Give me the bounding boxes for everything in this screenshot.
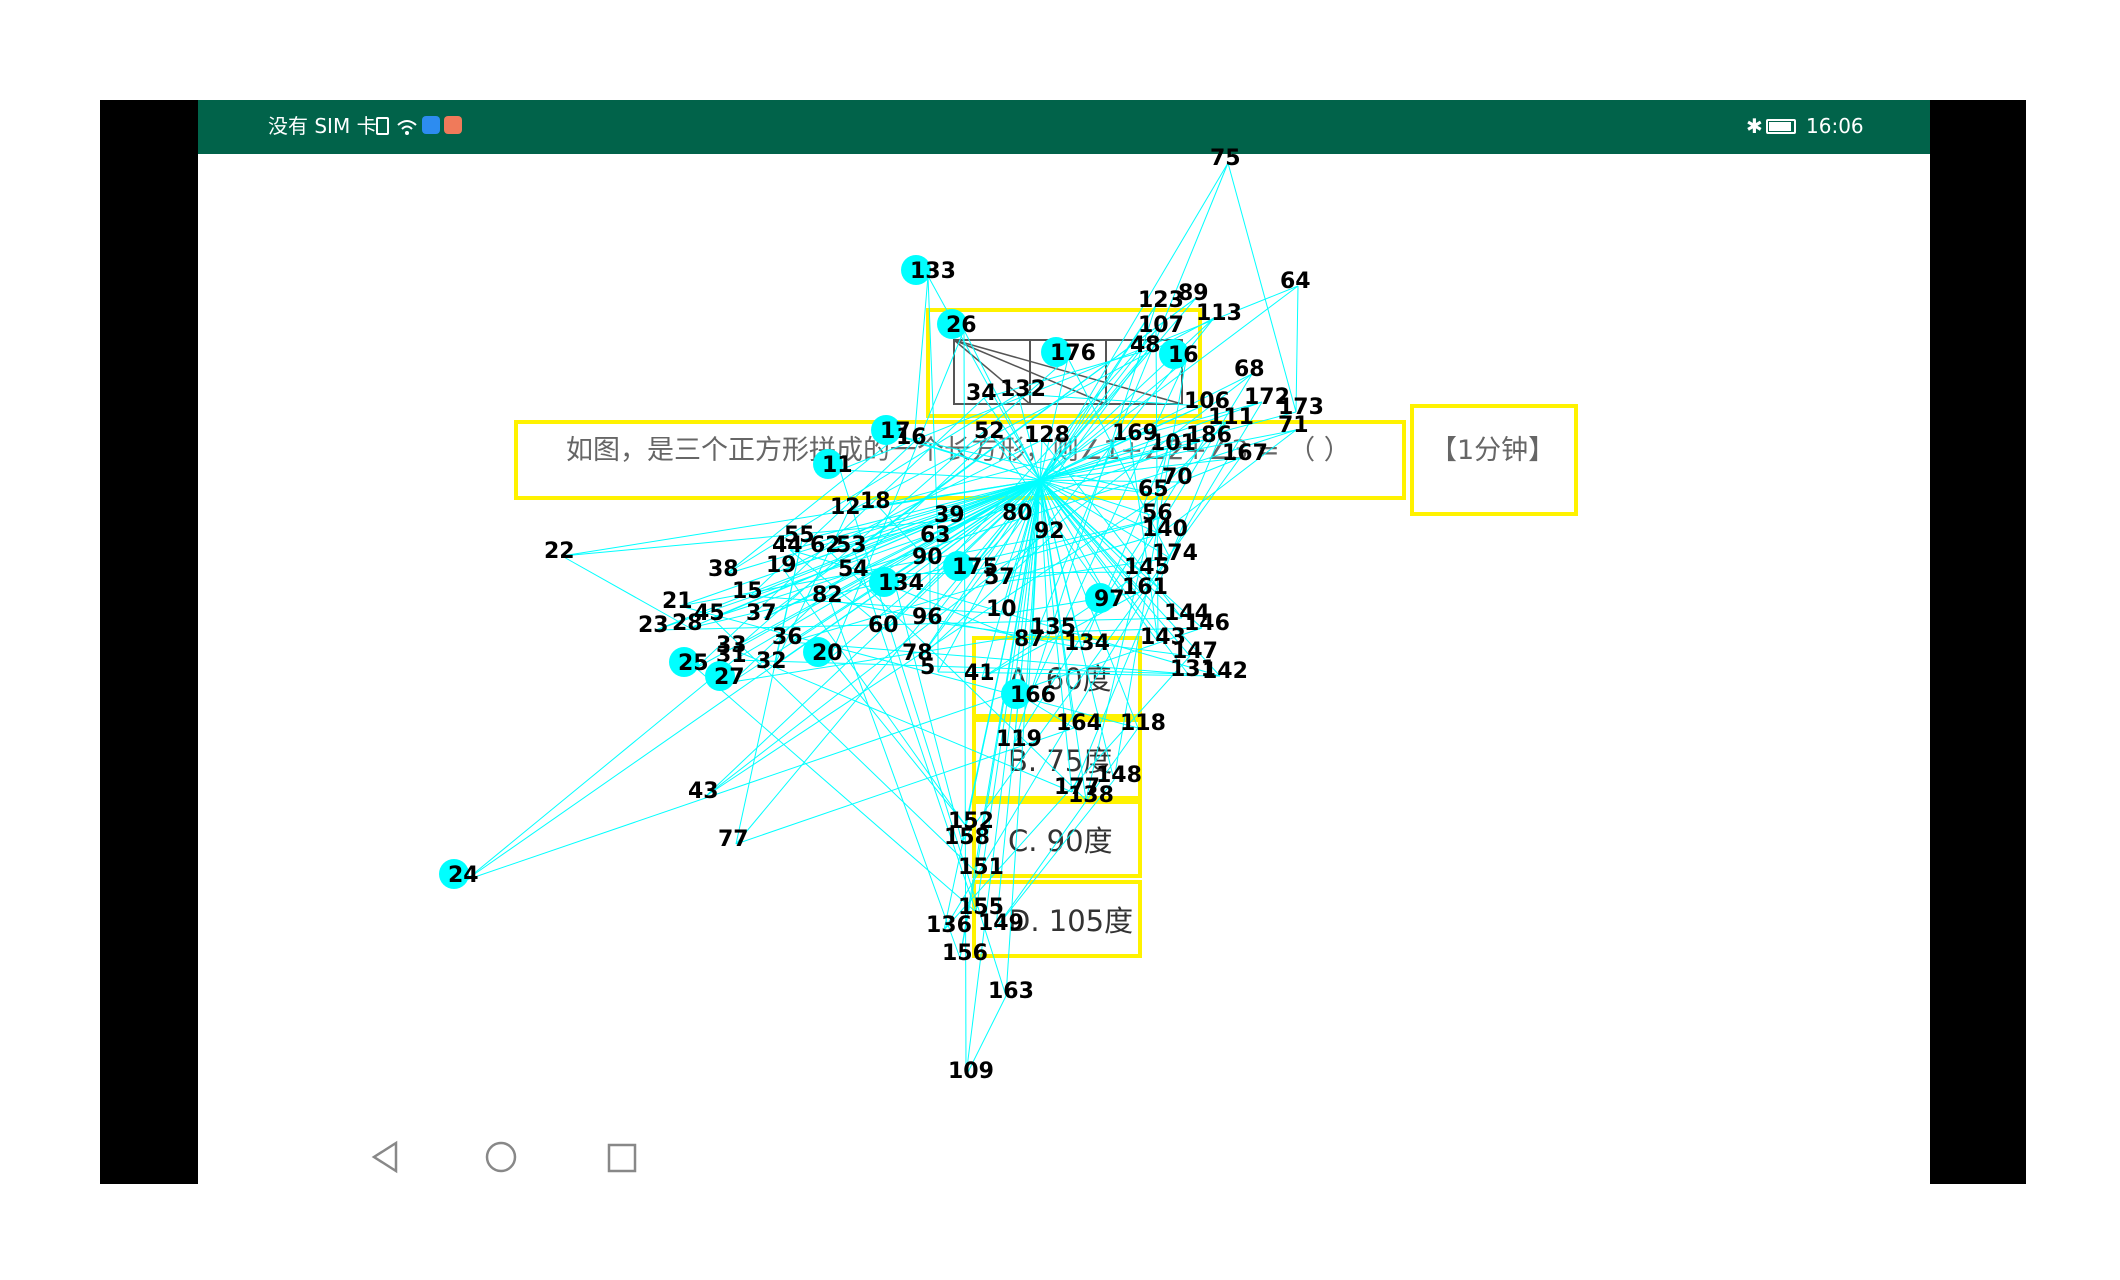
overlay-node-label: 156	[942, 941, 988, 966]
overlay-node-label: 25	[678, 651, 709, 676]
overlay-node-label: 163	[988, 979, 1034, 1004]
overlay-node-label: 167	[1222, 441, 1268, 466]
overlay-edge	[1295, 285, 1299, 413]
overlay-node-label: 132	[1000, 377, 1046, 402]
overlay-node-label: 118	[1120, 711, 1166, 736]
overlay-edge	[695, 667, 977, 913]
overlay-node-label: 134	[1064, 631, 1110, 656]
overlay-node-label: 151	[958, 855, 1004, 880]
overlay-edge	[829, 657, 967, 827]
overlay-node-label: 20	[812, 641, 843, 666]
overlay-node-label: 90	[912, 545, 943, 570]
overlay-node-label: 176	[1050, 341, 1096, 366]
overlay-node-label: 36	[772, 625, 803, 650]
overlay-node-label: 140	[1142, 517, 1188, 542]
overlay-node-label: 32	[756, 649, 787, 674]
overlay-node-label: 138	[1068, 783, 1114, 808]
overlay-node-label: 60	[868, 613, 899, 638]
overlay-node-label: 10	[986, 597, 1017, 622]
overlay-edge	[1039, 479, 1049, 633]
overlay-node-label: 92	[1034, 519, 1065, 544]
overlay-node-label: 82	[812, 583, 843, 608]
overlay-node-label: 109	[948, 1059, 994, 1084]
overlay-node-label: 19	[766, 553, 797, 578]
overlay-node-label: 37	[746, 601, 777, 626]
annotation-overlay: 75133 641238911326 107176 48 166817217334 132…	[439, 146, 1324, 1084]
overlay-node-label: 52	[974, 419, 1005, 444]
overlay-node-label: 64	[1280, 269, 1311, 294]
overlay-node-label: 41	[964, 661, 995, 686]
home-button[interactable]	[484, 1140, 518, 1174]
overlay-node-label: 134	[878, 571, 924, 596]
overlay-node-label: 22	[544, 539, 575, 564]
overlay-node-label: 28	[672, 611, 703, 636]
overlay-node-label: 24	[448, 863, 479, 888]
device-screen: 没有 SIM 卡 ✱ 16:06 如图，是三个正方形拼成的一个长方形，则∠1+∠…	[0, 0, 2120, 1280]
overlay-edge	[927, 275, 939, 541]
overlay-node-label: 133	[910, 259, 956, 284]
overlay-node-label: 119	[996, 727, 1042, 752]
overlay-node-label: 12	[830, 495, 861, 520]
overlay-node-label: 166	[1010, 683, 1056, 708]
overlay-node-label: 27	[714, 665, 745, 690]
overlay-node-label: 97	[1094, 587, 1125, 612]
overlay-node-label: 26	[946, 313, 977, 338]
overlay-node-label: 48	[1130, 333, 1161, 358]
overlay-node-label: 164	[1056, 711, 1102, 736]
overlay-node-label: 43	[688, 779, 719, 804]
overlay-node-label: 80	[1002, 501, 1033, 526]
overlay-node-label: 77	[718, 827, 749, 852]
overlay-node-label: 57	[984, 565, 1015, 590]
overlay-node-label: 16	[1168, 343, 1199, 368]
overlay-node-label: 53	[836, 533, 867, 558]
overlay-node-label: 71	[1278, 413, 1309, 438]
overlay-node-label: 5	[920, 655, 935, 680]
overlay-edge	[839, 469, 1041, 481]
overlay-edge	[829, 329, 965, 659]
overlay-node-label: 18	[860, 489, 891, 514]
overlay-node-label: 142	[1202, 659, 1248, 684]
overlay-node-label: 128	[1024, 423, 1070, 448]
overlay-node-label: 113	[1196, 301, 1242, 326]
overlay-node-label: 96	[912, 605, 943, 630]
overlay-node-label: 75	[1210, 146, 1241, 171]
recents-button[interactable]	[606, 1142, 638, 1174]
overlay-node-label: 87	[1014, 627, 1045, 652]
overlay-node-label: 16	[896, 425, 927, 450]
overlay-node-label: 136	[926, 913, 972, 938]
overlay-node-label: 146	[1184, 611, 1230, 636]
overlay-node-label: 68	[1234, 357, 1265, 382]
overlay-node-label: 23	[638, 613, 669, 638]
overlay-edge	[465, 659, 735, 881]
overlay-node-label: 11	[822, 453, 853, 478]
back-button[interactable]	[370, 1140, 400, 1174]
overlay-edge	[913, 275, 929, 443]
overlay-node-label: 158	[944, 825, 990, 850]
overlay-node-label: 70	[1162, 465, 1193, 490]
overlay-node-label: 34	[966, 381, 997, 406]
overlay-node-label: 161	[1122, 575, 1168, 600]
overlay-node-label: 54	[838, 557, 869, 582]
overlay-node-label: 149	[978, 911, 1024, 936]
